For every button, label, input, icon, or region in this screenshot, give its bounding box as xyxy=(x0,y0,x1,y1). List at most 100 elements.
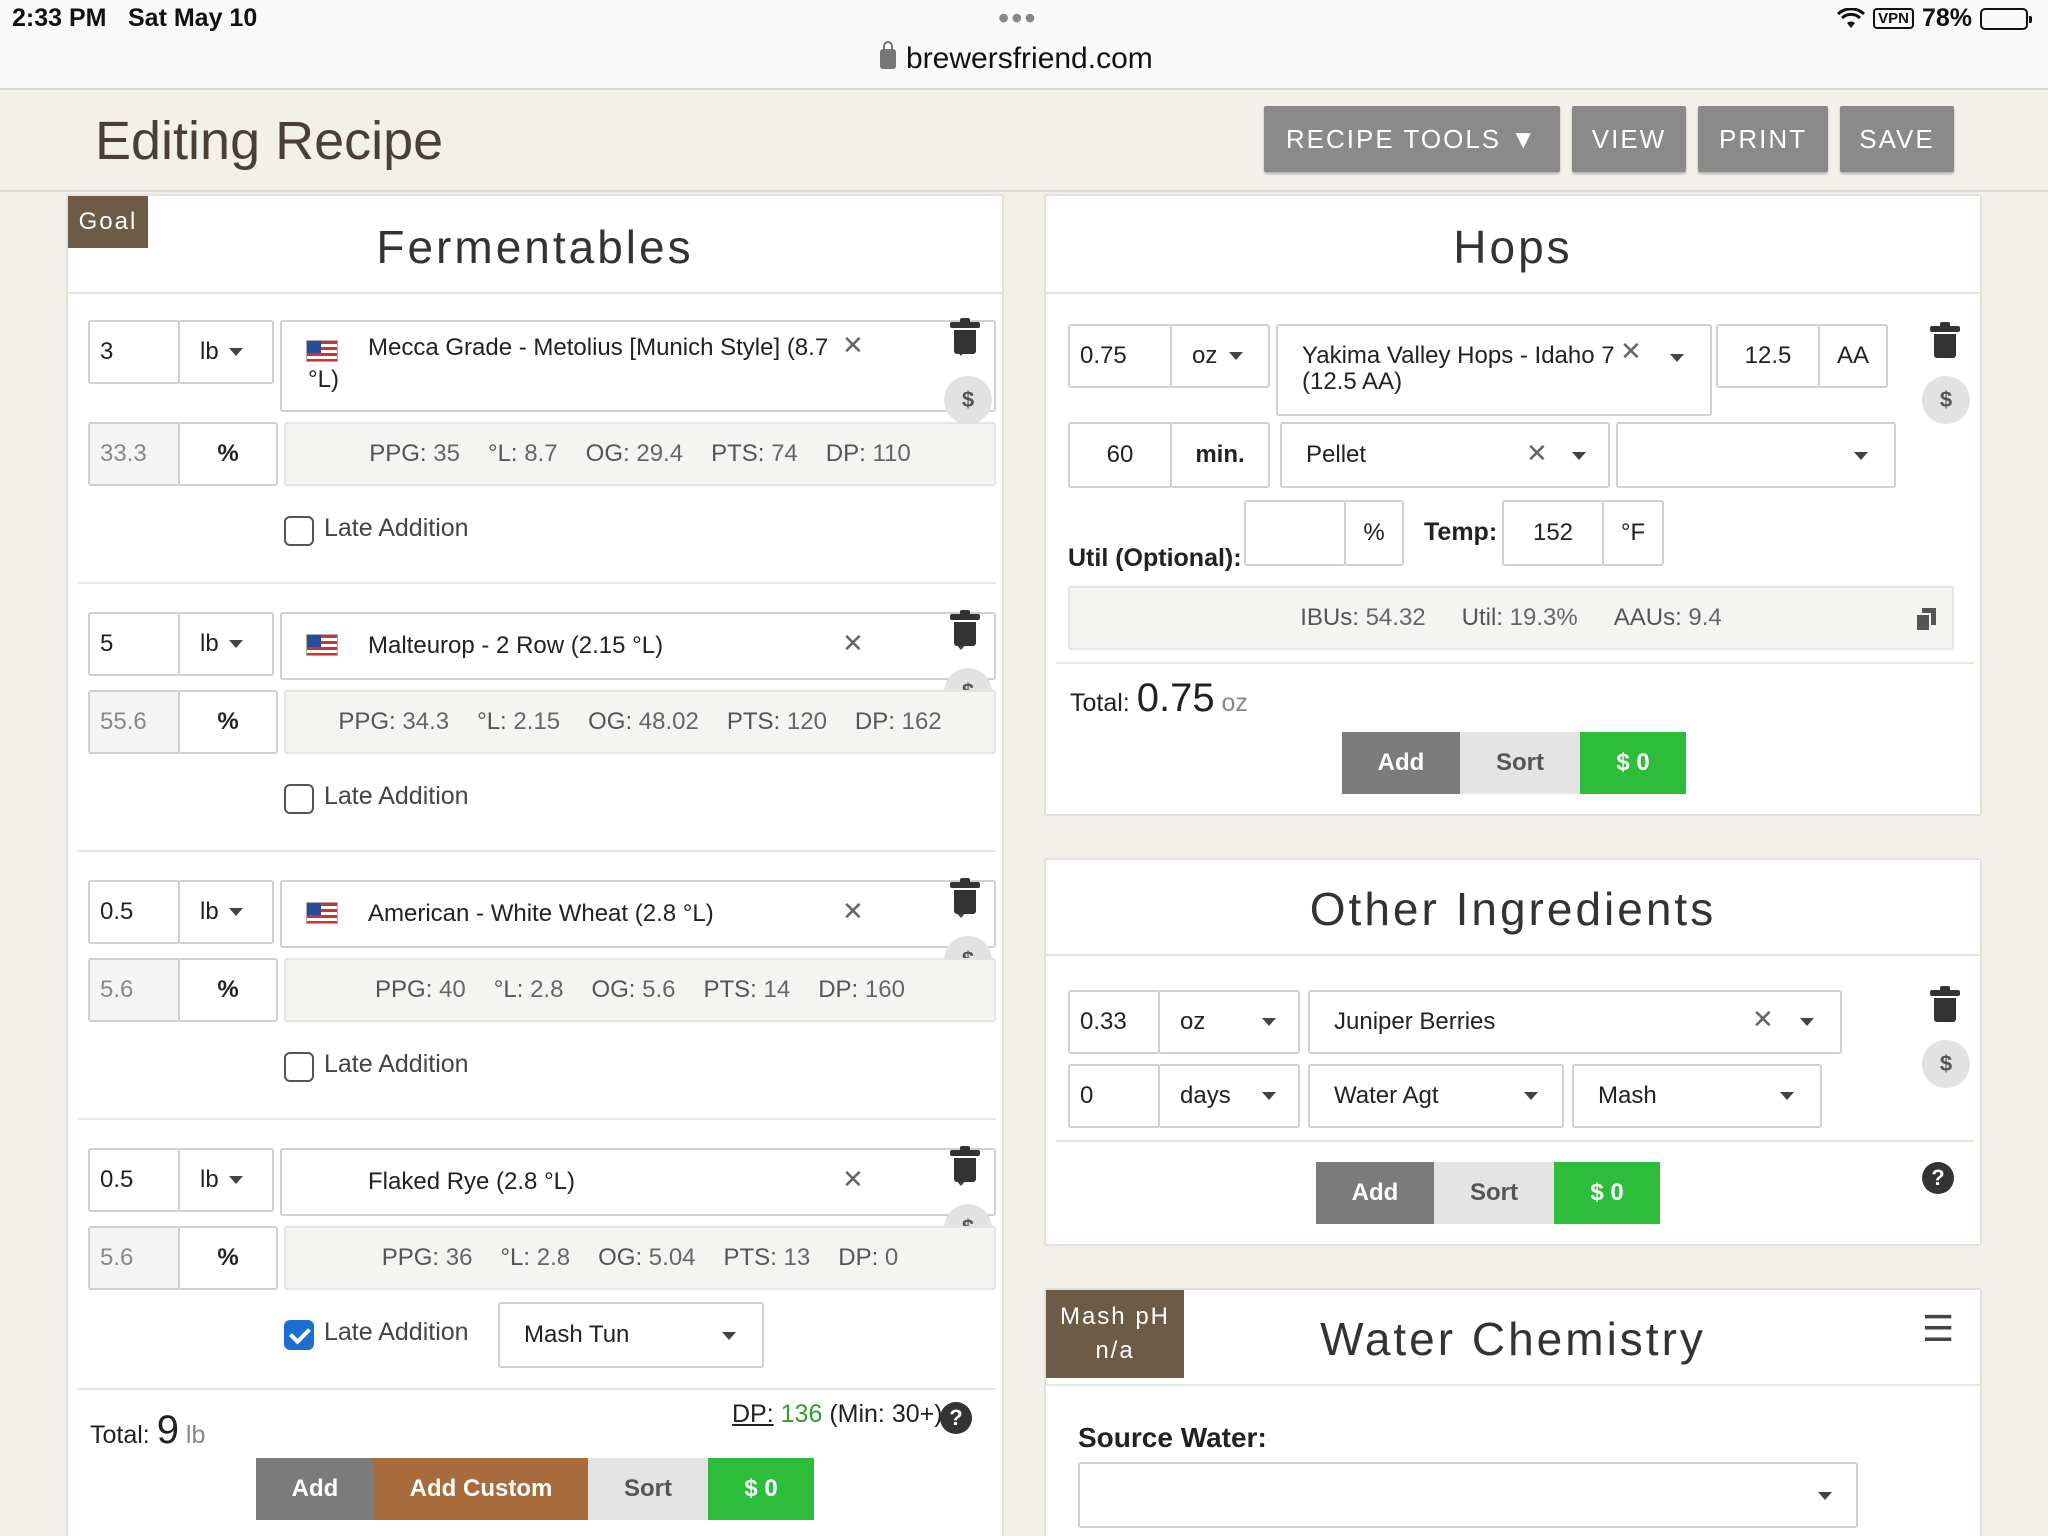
hop-form-select[interactable]: Pellet ✕ xyxy=(1280,422,1610,488)
trash-icon[interactable] xyxy=(950,610,980,646)
cost-button[interactable]: $ xyxy=(944,376,992,424)
source-water-select[interactable] xyxy=(1078,1462,1858,1528)
late-addition-checkbox[interactable] xyxy=(284,784,314,814)
percent-addon: % xyxy=(178,690,278,754)
unit-value: lb xyxy=(200,338,219,365)
chevron-down-icon xyxy=(1262,1092,1276,1100)
late-addition-label[interactable]: Late Addition xyxy=(324,782,469,811)
clear-icon[interactable]: ✕ xyxy=(842,330,864,361)
dp-min: (Min: 30+) xyxy=(829,1400,943,1428)
sort-button[interactable]: Sort xyxy=(588,1458,708,1520)
percent-input[interactable]: 33.3 xyxy=(88,422,180,486)
copy-icon[interactable] xyxy=(1916,608,1936,632)
chevron-down-icon xyxy=(228,908,243,916)
help-icon[interactable]: ? xyxy=(1922,1162,1954,1194)
trash-icon[interactable] xyxy=(950,318,980,354)
clear-icon[interactable]: ✕ xyxy=(1752,1004,1774,1035)
other-unit-select[interactable]: oz xyxy=(1158,990,1300,1054)
clear-icon[interactable]: ✕ xyxy=(842,896,864,927)
pts-stat: PTS: 13 xyxy=(723,1244,811,1271)
chevron-down-icon xyxy=(1670,354,1684,362)
alpha-acid-input[interactable]: 12.5 xyxy=(1716,324,1820,388)
divider xyxy=(1046,292,1980,294)
hop-amount-input[interactable]: 0.75 xyxy=(1068,324,1172,388)
percent-input[interactable]: 55.6 xyxy=(88,690,180,754)
add-hop-button[interactable]: Add xyxy=(1342,732,1460,794)
temp-unit-addon: °F xyxy=(1602,500,1664,566)
trash-icon[interactable] xyxy=(950,878,980,914)
cost-button[interactable]: $ xyxy=(1922,376,1970,424)
add-other-button[interactable]: Add xyxy=(1316,1162,1434,1224)
add-fermentable-button[interactable]: Add xyxy=(256,1458,374,1520)
fermentable-select[interactable]: American - White Wheat (2.8 °L) ✕ xyxy=(280,880,996,948)
other-amount-input[interactable]: 0.33 xyxy=(1068,990,1160,1054)
late-addition-label[interactable]: Late Addition xyxy=(324,1318,469,1347)
save-button[interactable]: SAVE xyxy=(1840,106,1954,172)
fermentable-name-cont: °L) xyxy=(308,366,339,393)
recipe-tools-button[interactable]: RECIPE TOOLS ▼ xyxy=(1264,106,1560,172)
diastatic-power-summary: DP: 136 (Min: 30+) xyxy=(732,1400,943,1429)
multitask-dots[interactable]: ••• xyxy=(998,0,1038,37)
temp-input[interactable]: 152 xyxy=(1502,500,1604,566)
late-addition-label[interactable]: Late Addition xyxy=(324,514,469,543)
menu-icon[interactable]: ☰ xyxy=(1922,1308,1954,1350)
clear-icon[interactable]: ✕ xyxy=(1526,438,1548,469)
late-stage-select[interactable]: Mash Tun xyxy=(498,1302,764,1368)
sort-button[interactable]: Sort xyxy=(1460,732,1580,794)
clear-icon[interactable]: ✕ xyxy=(842,628,864,659)
other-use-select[interactable]: Mash xyxy=(1572,1064,1822,1128)
aa-addon: AA xyxy=(1818,324,1888,388)
address-bar[interactable]: brewersfriend.com xyxy=(880,41,1153,76)
lovibond-stat: °L: 8.7 xyxy=(487,440,558,467)
vpn-badge: VPN xyxy=(1873,8,1914,29)
trash-icon[interactable] xyxy=(950,1146,980,1182)
amount-input[interactable]: 3 xyxy=(88,320,180,384)
water-chemistry-title: Water Chemistry xyxy=(1320,1313,1706,1365)
clear-icon[interactable]: ✕ xyxy=(842,1164,864,1195)
late-addition-label[interactable]: Late Addition xyxy=(324,1050,469,1079)
trash-icon[interactable] xyxy=(1930,986,1960,1022)
fermentable-select[interactable]: Mecca Grade - Metolius [Munich Style] (8… xyxy=(280,320,996,412)
amount-input[interactable]: 5 xyxy=(88,612,180,676)
unit-value: oz xyxy=(1180,1008,1206,1035)
percent-input[interactable]: 5.6 xyxy=(88,958,180,1022)
unit-select[interactable]: lb xyxy=(178,1148,274,1212)
amount-input[interactable]: 0.5 xyxy=(88,1148,180,1212)
unit-select[interactable]: lb xyxy=(178,612,274,676)
cost-button[interactable]: $ xyxy=(1922,1040,1970,1088)
other-time-unit-select[interactable]: days xyxy=(1158,1064,1300,1128)
fermentable-select[interactable]: Malteurop - 2 Row (2.15 °L) ✕ xyxy=(280,612,996,680)
cost-total-button[interactable]: $ 0 xyxy=(1580,732,1686,794)
cost-total-button[interactable]: $ 0 xyxy=(708,1458,814,1520)
unit-select[interactable]: lb xyxy=(178,320,274,384)
add-custom-button[interactable]: Add Custom xyxy=(374,1458,588,1520)
fermentable-select[interactable]: Flaked Rye (2.8 °L) ✕ xyxy=(280,1148,996,1216)
boil-time-input[interactable]: 60 xyxy=(1068,422,1172,488)
help-icon[interactable]: ? xyxy=(940,1402,972,1434)
view-button[interactable]: VIEW xyxy=(1572,106,1686,172)
hop-unit-select[interactable]: oz xyxy=(1170,324,1270,388)
unit-select[interactable]: lb xyxy=(178,880,274,944)
late-addition-checkbox[interactable] xyxy=(284,1052,314,1082)
other-ingredient-select[interactable]: Juniper Berries ✕ xyxy=(1308,990,1842,1054)
late-addition-checkbox[interactable] xyxy=(284,516,314,546)
other-type-select[interactable]: Water Agt xyxy=(1308,1064,1564,1128)
hop-form-value: Pellet xyxy=(1306,441,1367,468)
percent-input[interactable]: 5.6 xyxy=(88,1226,180,1290)
ppg-stat: PPG: 35 xyxy=(369,440,460,467)
hop-variety-select[interactable]: Yakima Valley Hops - Idaho 7 (12.5 AA) ✕ xyxy=(1276,324,1712,416)
clear-icon[interactable]: ✕ xyxy=(1620,336,1642,367)
other-ingredients-panel: Other Ingredients 0.33 oz Juniper Berrie… xyxy=(1044,858,1982,1246)
other-time-input[interactable]: 0 xyxy=(1068,1064,1160,1128)
amount-input[interactable]: 0.5 xyxy=(88,880,180,944)
print-button[interactable]: PRINT xyxy=(1698,106,1828,172)
cost-total-button[interactable]: $ 0 xyxy=(1554,1162,1660,1224)
util-input[interactable] xyxy=(1244,500,1346,566)
hop-use-select[interactable] xyxy=(1616,422,1896,488)
trash-icon[interactable] xyxy=(1930,322,1960,358)
chevron-down-icon xyxy=(1818,1492,1832,1500)
other-type-value: Water Agt xyxy=(1334,1082,1439,1109)
late-addition-checkbox[interactable] xyxy=(284,1320,314,1350)
pts-stat: PTS: 74 xyxy=(711,440,798,467)
sort-button[interactable]: Sort xyxy=(1434,1162,1554,1224)
